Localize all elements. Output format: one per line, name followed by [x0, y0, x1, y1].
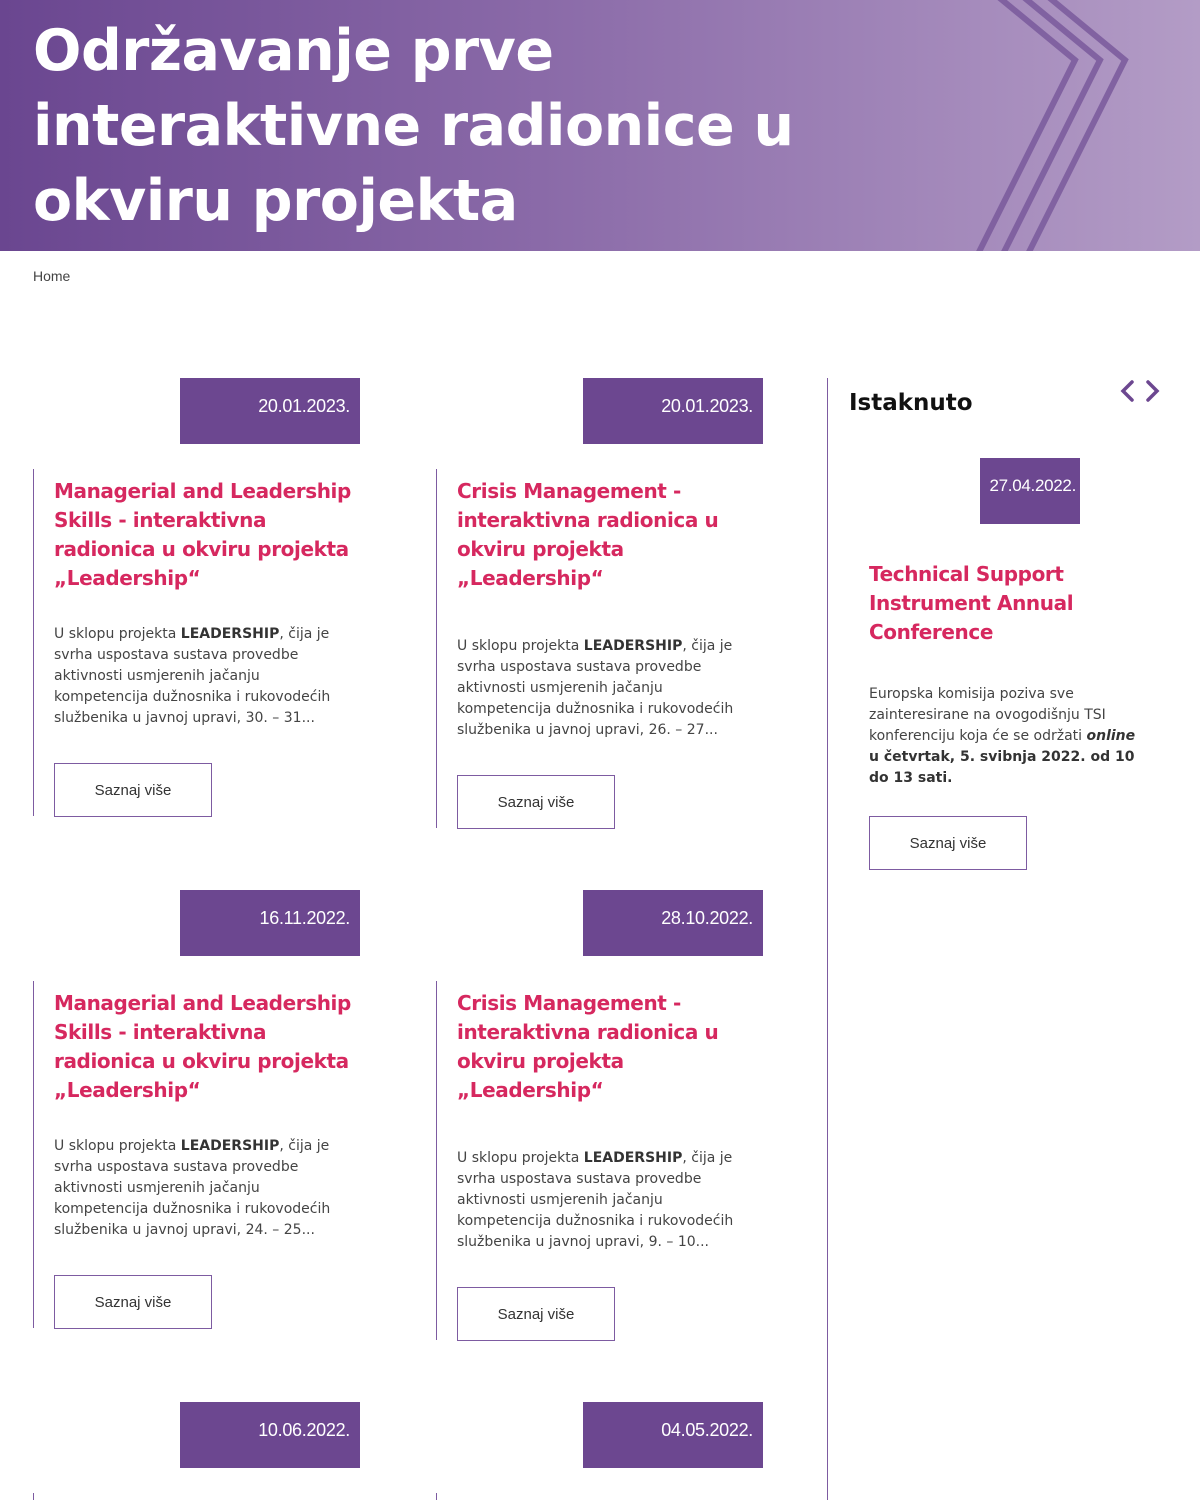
featured-title[interactable]: Technical Support Instrument Annual Conf… [849, 560, 1139, 647]
date-badge: 16.11.2022. [180, 890, 360, 956]
card-title[interactable]: Managerial and Leadership Skills - inter… [54, 989, 363, 1105]
featured-card: Technical Support Instrument Annual Conf… [849, 560, 1139, 870]
card-excerpt: U sklopu projekta LEADERSHIP, čija je sv… [457, 1150, 734, 1250]
card-excerpt: U sklopu projekta LEADERSHIP, čija je sv… [457, 638, 734, 738]
read-more-button[interactable]: Saznaj više [457, 1287, 615, 1341]
read-more-button[interactable]: Saznaj više [54, 763, 212, 817]
date-badge: 20.01.2023. [180, 378, 360, 444]
card-excerpt: U sklopu projekta LEADERSHIP, čija je sv… [54, 1138, 331, 1238]
featured-date-badge: 27.04.2022. [980, 458, 1080, 524]
date-badge: 28.10.2022. [583, 890, 763, 956]
card-title[interactable]: Managerial and Leadership Skills - inter… [54, 477, 363, 593]
card-title[interactable]: Crisis Management - interaktivna radioni… [457, 477, 766, 593]
news-card: Managerial and Leadership Skills - inter… [33, 469, 363, 817]
date-badge: 20.01.2023. [583, 378, 763, 444]
chevron-left-icon[interactable] [1118, 378, 1138, 404]
news-card: Crisis Management - interaktivna radioni… [436, 981, 766, 1341]
page-title: Održavanje prve interaktivne radionice u… [33, 18, 794, 251]
card-title[interactable]: Crisis Management - interaktivna radioni… [457, 989, 766, 1105]
sidebar-divider [827, 378, 828, 1500]
sidebar-title: Istaknuto [849, 390, 973, 416]
chevron-decoration-icon [976, 0, 1129, 251]
featured-excerpt: Europska komisija poziva sve zainteresir… [869, 686, 1136, 786]
news-card: Crisis Management - interaktivna radioni… [436, 469, 766, 829]
read-more-button[interactable]: Saznaj više [54, 1275, 212, 1329]
news-card: Managerial and Leadership Skills - inter… [33, 981, 363, 1329]
chevron-right-icon[interactable] [1142, 378, 1162, 404]
date-badge: 10.06.2022. [180, 1402, 360, 1468]
hero-banner: Održavanje prve interaktivne radionice u… [0, 0, 1200, 251]
breadcrumb-home[interactable]: Home [33, 268, 70, 284]
news-card [436, 1493, 766, 1500]
carousel-controls [1118, 378, 1162, 404]
read-more-button[interactable]: Saznaj više [457, 775, 615, 829]
news-card [33, 1493, 363, 1500]
date-badge: 04.05.2022. [583, 1402, 763, 1468]
card-excerpt: U sklopu projekta LEADERSHIP, čija je sv… [54, 626, 331, 726]
read-more-button[interactable]: Saznaj više [869, 816, 1027, 870]
